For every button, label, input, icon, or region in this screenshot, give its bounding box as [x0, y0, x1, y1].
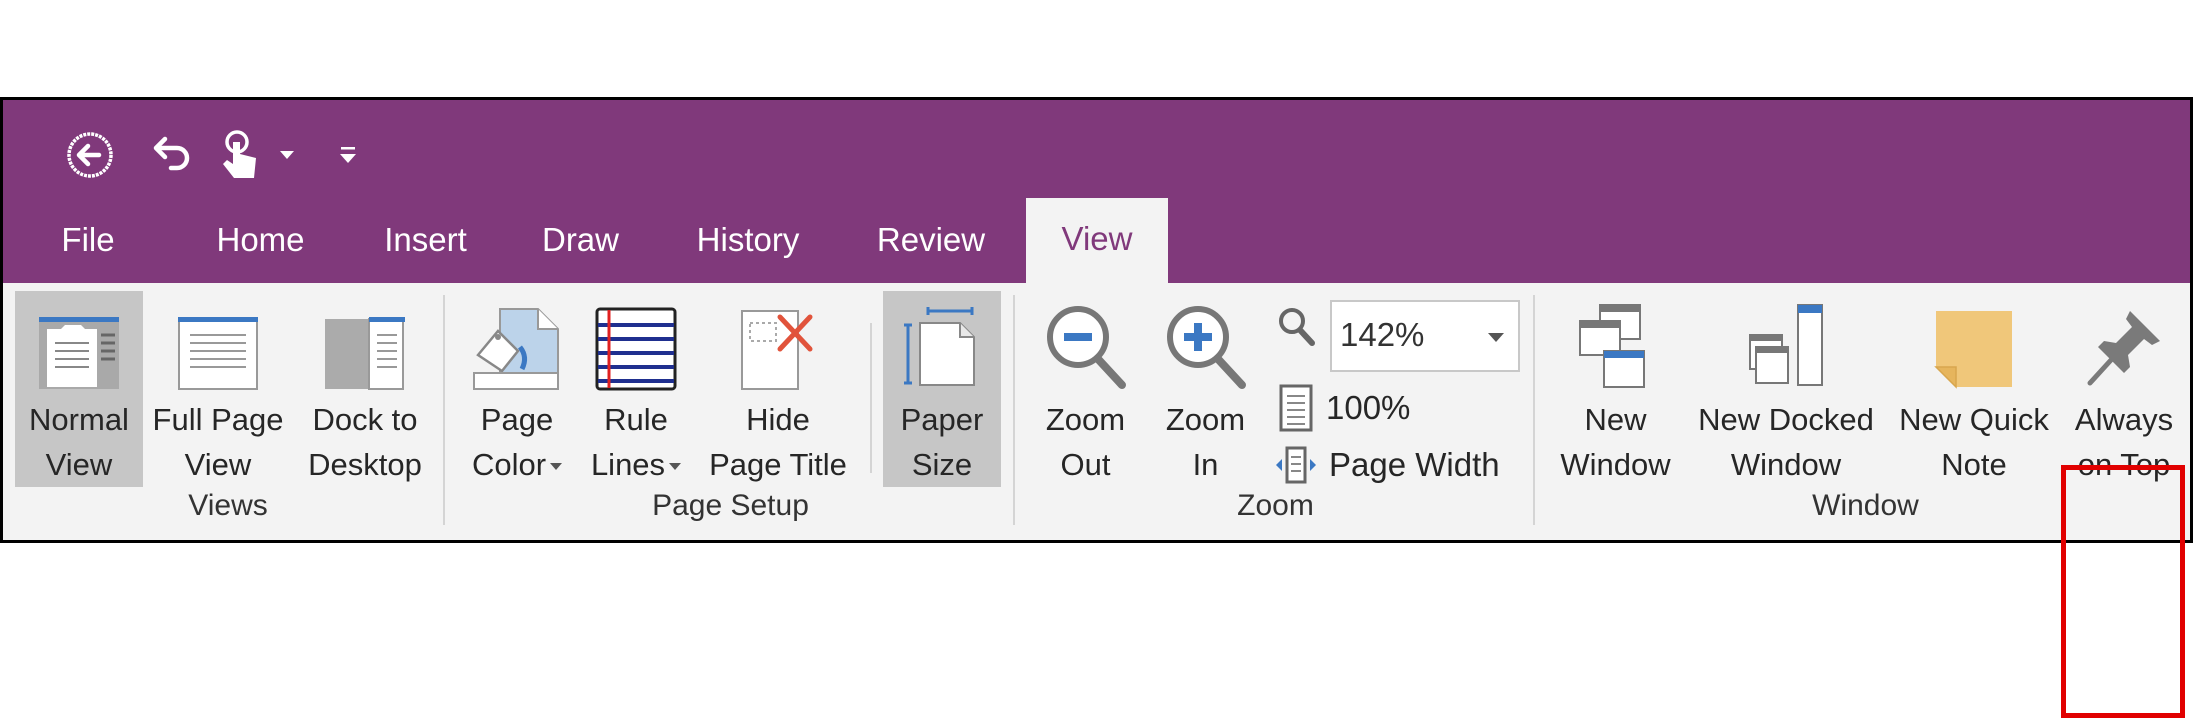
new-quick-note-label: New Quick Note: [1899, 402, 2049, 482]
zoom-100-button[interactable]: 100%: [1278, 383, 1410, 433]
hide-page-title-icon: [738, 297, 818, 391]
zoom-out-button[interactable]: Zoom Out: [1028, 291, 1143, 487]
page-width-icon: [1276, 446, 1316, 484]
tab-file[interactable]: File: [43, 212, 133, 283]
hide-page-title-button[interactable]: Hide Page Title: [698, 291, 858, 487]
normal-view-label: Normal View: [29, 402, 129, 482]
full-page-view-button[interactable]: Full Page View: [148, 291, 288, 487]
quick-note-icon: [1932, 297, 2016, 391]
always-on-top-button[interactable]: Always on Top: [2067, 291, 2181, 487]
tab-history[interactable]: History: [688, 212, 808, 283]
page-color-label: Page Color: [472, 397, 563, 487]
zoom-in-button[interactable]: Zoom In: [1148, 291, 1263, 487]
zoom-icon: [1276, 305, 1316, 349]
page-width-button[interactable]: Page Width: [1273, 445, 1500, 485]
touch-mode-icon[interactable]: [213, 128, 267, 182]
views-group-label: Views: [188, 489, 268, 522]
hide-page-title-label: Hide Page Title: [709, 402, 847, 482]
tab-review[interactable]: Review: [870, 212, 992, 283]
page-icon: [1279, 384, 1313, 432]
group-separator: [1013, 295, 1015, 525]
dock-to-desktop-button[interactable]: Dock to Desktop: [295, 291, 435, 487]
paper-size-icon: [904, 297, 980, 391]
group-separator: [443, 295, 445, 525]
ribbon-view: Normal View Full Page View Dock to Desktop …: [3, 283, 2190, 718]
zoom-out-label: Zoom Out: [1045, 402, 1126, 482]
chevron-down-icon: [550, 463, 563, 471]
chevron-down-icon[interactable]: [1488, 333, 1504, 342]
new-window-icon: [1576, 297, 1656, 391]
title-bar: File Home Insert Draw History Review Vie…: [3, 100, 2190, 283]
separator: [870, 323, 872, 473]
tab-view[interactable]: View: [1026, 198, 1168, 283]
new-docked-window-label: New Docked Window: [1698, 402, 1874, 482]
page-color-button[interactable]: Page Color: [458, 291, 576, 487]
tab-draw[interactable]: Draw: [533, 212, 628, 283]
back-icon[interactable]: [63, 128, 117, 182]
page-setup-group-label: Page Setup: [652, 489, 809, 522]
group-separator: [1533, 295, 1535, 525]
tab-insert[interactable]: Insert: [373, 212, 478, 283]
touch-mode-dropdown-icon[interactable]: [275, 128, 299, 182]
zoom-level-combobox[interactable]: 142%: [1330, 300, 1520, 372]
onenote-window: File Home Insert Draw History Review Vie…: [0, 97, 2193, 718]
zoom-group-label: Zoom: [1237, 489, 1314, 522]
always-on-top-label: Always on Top: [2074, 402, 2174, 482]
page-color-icon: [472, 297, 562, 391]
normal-view-icon: [37, 297, 121, 391]
zoom-100-label: 100%: [1326, 389, 1411, 426]
dock-to-desktop-icon: [323, 297, 407, 391]
new-docked-window-icon: [1746, 297, 1826, 391]
chevron-down-icon: [669, 463, 682, 471]
customize-qat-icon[interactable]: [333, 128, 363, 182]
new-docked-window-button[interactable]: New Docked Window: [1691, 291, 1881, 487]
window-group-label: Window: [1812, 489, 1919, 522]
page-width-label: Page Width: [1329, 446, 1500, 483]
rule-lines-label: Rule Lines: [591, 397, 682, 487]
new-quick-note-button[interactable]: New Quick Note: [1893, 291, 2055, 487]
rule-lines-icon: [595, 297, 677, 391]
tab-home[interactable]: Home: [198, 212, 323, 283]
normal-view-button[interactable]: Normal View: [15, 291, 143, 487]
zoom-in-label: Zoom In: [1165, 402, 1246, 482]
rule-lines-button[interactable]: Rule Lines: [581, 291, 691, 487]
zoom-level-value: 142%: [1340, 316, 1425, 353]
full-page-view-label: Full Page View: [152, 402, 284, 482]
paper-size-label: Paper Size: [900, 402, 984, 482]
pushpin-icon: [2084, 297, 2164, 391]
zoom-in-icon: [1162, 297, 1250, 391]
zoom-out-icon: [1042, 297, 1130, 391]
full-page-view-icon: [176, 297, 260, 391]
paper-size-button[interactable]: Paper Size: [883, 291, 1001, 487]
new-window-label: New Window: [1560, 402, 1671, 482]
new-window-button[interactable]: New Window: [1548, 291, 1683, 487]
dock-to-desktop-label: Dock to Desktop: [308, 402, 422, 482]
undo-icon[interactable]: [145, 128, 199, 182]
